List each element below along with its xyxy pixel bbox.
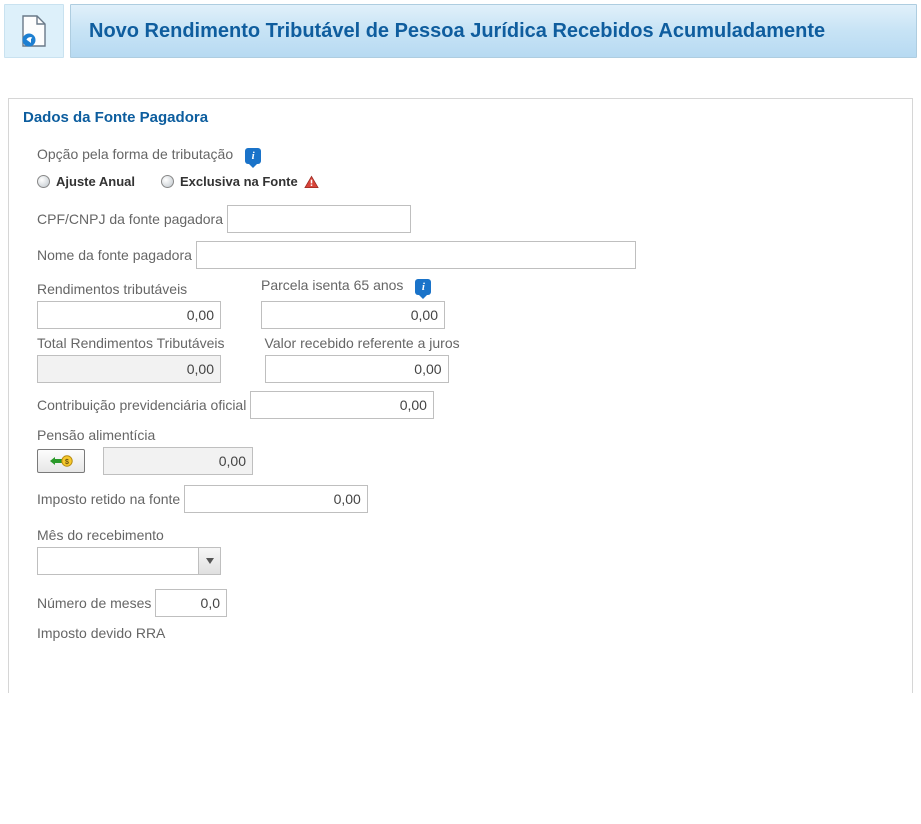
info-icon[interactable]: i — [415, 279, 431, 295]
pensao-input — [103, 447, 253, 475]
info-icon[interactable]: i — [245, 148, 261, 164]
panel-title: Dados da Fonte Pagadora — [9, 99, 912, 136]
form-body: Opção pela forma de tributação i Ajuste … — [9, 136, 912, 645]
cpf-cnpj-input[interactable] — [227, 205, 411, 233]
radio-circle-icon — [37, 175, 50, 188]
rend-trib-label: Rendimentos tributáveis — [37, 281, 221, 297]
header-bar: Novo Rendimento Tributável de Pessoa Jur… — [0, 0, 921, 58]
warning-icon — [304, 175, 319, 189]
page-title-box: Novo Rendimento Tributável de Pessoa Jur… — [70, 4, 917, 58]
pensao-label: Pensão alimentícia — [37, 427, 155, 443]
mes-receb-select[interactable] — [37, 547, 221, 575]
contrib-prev-label: Contribuição previdenciária oficial — [37, 397, 246, 413]
num-meses-label: Número de meses — [37, 595, 151, 611]
nome-fonte-input[interactable] — [196, 241, 636, 269]
cpf-cnpj-label: CPF/CNPJ da fonte pagadora — [37, 211, 223, 227]
back-document-button[interactable] — [4, 4, 64, 58]
radio-circle-icon — [161, 175, 174, 188]
svg-text:$: $ — [65, 459, 69, 466]
parcela65-label: Parcela isenta 65 anos — [261, 277, 403, 293]
imposto-rra-label: Imposto devido RRA — [37, 625, 165, 641]
pensao-action-button[interactable]: $ — [37, 449, 85, 473]
parcela65-input[interactable] — [261, 301, 445, 329]
radio-exclusiva-label: Exclusiva na Fonte — [180, 174, 298, 189]
imposto-retido-label: Imposto retido na fonte — [37, 491, 180, 507]
radio-ajuste-anual[interactable]: Ajuste Anual — [37, 174, 135, 189]
radio-ajuste-label: Ajuste Anual — [56, 174, 135, 189]
total-rend-label: Total Rendimentos Tributáveis — [37, 335, 225, 351]
document-back-icon — [19, 14, 49, 48]
mes-receb-value — [38, 548, 198, 574]
page-title: Novo Rendimento Tributável de Pessoa Jur… — [89, 20, 825, 43]
num-meses-input[interactable] — [155, 589, 227, 617]
money-icon: $ — [48, 453, 74, 469]
dropdown-button[interactable] — [198, 548, 220, 574]
contrib-prev-input[interactable] — [250, 391, 434, 419]
chevron-down-icon — [206, 558, 214, 564]
nome-fonte-label: Nome da fonte pagadora — [37, 247, 192, 263]
radio-exclusiva-fonte[interactable]: Exclusiva na Fonte — [161, 174, 319, 189]
panel-dados-fonte: Dados da Fonte Pagadora Opção pela forma… — [8, 98, 913, 693]
total-rend-input — [37, 355, 221, 383]
imposto-retido-input[interactable] — [184, 485, 368, 513]
taxation-radio-group: Ajuste Anual Exclusiva na Fonte — [37, 174, 884, 189]
valor-juros-label: Valor recebido referente a juros — [265, 335, 460, 351]
valor-juros-input[interactable] — [265, 355, 449, 383]
taxation-option-label: Opção pela forma de tributação — [37, 146, 233, 162]
rend-trib-input[interactable] — [37, 301, 221, 329]
mes-receb-label: Mês do recebimento — [37, 527, 164, 543]
